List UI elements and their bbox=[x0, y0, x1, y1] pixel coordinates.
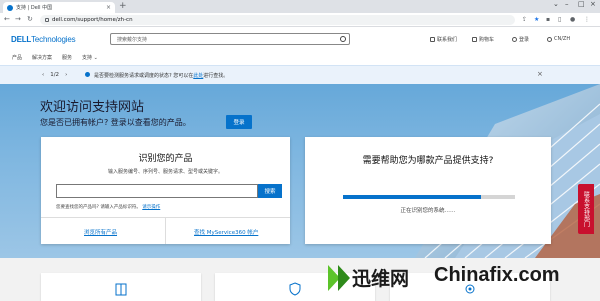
product-identifier-input[interactable] bbox=[56, 184, 258, 198]
shield-icon bbox=[289, 282, 301, 296]
chevron-down-icon[interactable]: ⌄ bbox=[553, 0, 559, 8]
globe-icon bbox=[547, 36, 552, 42]
identify-search-button[interactable]: 搜索 bbox=[258, 184, 282, 198]
bookmark-star-icon[interactable]: ★ bbox=[534, 16, 539, 23]
detect-progress-bar bbox=[343, 195, 515, 199]
url-text: dell.com/support/home/zh-cn bbox=[52, 17, 133, 23]
browser-tab-strip: 支持 | Dell 中国 × + ⌄ – □ × bbox=[0, 0, 600, 13]
profile-icon[interactable]: ● bbox=[570, 16, 575, 23]
minimize-icon[interactable]: – bbox=[565, 0, 569, 8]
watermark-brand-en: Chinafix.com bbox=[434, 264, 560, 286]
user-icon bbox=[512, 37, 517, 42]
back-icon[interactable]: ← bbox=[4, 15, 10, 23]
hero-subtitle: 您是否已拥有帐户? 登录以查看您的产品。 bbox=[40, 118, 191, 127]
hero-login-button[interactable]: 登录 bbox=[226, 115, 252, 129]
notice-link[interactable]: 此处 bbox=[193, 73, 203, 79]
region-selector[interactable]: CN/ZH bbox=[547, 36, 570, 42]
identify-product-card: 识别您的产品 输入服务编号、序列号、服务请求、型号或关键字。 搜索 您要查找您的… bbox=[41, 137, 290, 244]
notice-close-icon[interactable]: × bbox=[537, 70, 543, 78]
prev-icon[interactable]: ‹ bbox=[42, 72, 44, 78]
support-search-input[interactable]: 搜索戴尔支持 bbox=[110, 33, 350, 45]
chinafix-watermark: 迅维网 Chinafix.com bbox=[322, 257, 600, 301]
tab-title: 支持 | Dell 中国 bbox=[16, 5, 53, 11]
login-link[interactable]: 登录 bbox=[512, 36, 529, 43]
new-tab-button[interactable]: + bbox=[119, 1, 127, 11]
maximize-icon[interactable]: □ bbox=[578, 0, 585, 8]
book-icon bbox=[115, 283, 127, 296]
cart-icon bbox=[472, 37, 477, 42]
detect-title: 需要帮助您为哪款产品提供支持? bbox=[362, 156, 494, 166]
site-header: DELLTechnologies 搜索戴尔支持 联系我们 购物车 登录 CN/Z… bbox=[0, 27, 600, 65]
card-vertical-divider bbox=[165, 217, 166, 244]
menu-icon[interactable]: ⋮ bbox=[584, 16, 590, 23]
browser-tab[interactable]: 支持 | Dell 中国 × bbox=[3, 2, 115, 13]
help-link[interactable]: 请示操作 bbox=[142, 205, 160, 210]
pager-text: 1/2 bbox=[50, 72, 60, 78]
contact-support-tab[interactable]: 联系支持部门 bbox=[578, 184, 594, 234]
myservice360-link[interactable]: 查找 MyService360 帐户 bbox=[194, 228, 258, 236]
info-icon bbox=[85, 72, 90, 77]
notice-pager: ‹ 1/2 › bbox=[42, 72, 67, 78]
dell-technologies-logo[interactable]: DELLTechnologies bbox=[11, 35, 76, 44]
contact-us-link[interactable]: 联系我们 bbox=[430, 36, 457, 43]
tile-1[interactable] bbox=[41, 273, 201, 301]
next-icon[interactable]: › bbox=[65, 72, 67, 78]
hero-title: 欢迎访问支持网站 bbox=[40, 100, 145, 115]
forward-icon[interactable]: → bbox=[15, 15, 21, 23]
watermark-logo-icon bbox=[328, 265, 350, 291]
nav-services[interactable]: 服务 bbox=[62, 54, 72, 64]
search-placeholder: 搜索戴尔支持 bbox=[117, 36, 148, 43]
browse-all-products-link[interactable]: 浏览所有产品 bbox=[84, 228, 117, 236]
extension-icon[interactable]: ▪ bbox=[546, 16, 550, 23]
nav-support[interactable]: 支持 ⌄ bbox=[82, 54, 98, 64]
notice-banner: ‹ 1/2 › 是否要检测服务请求或调度的状态? 您可以在此处进行查找。 × bbox=[0, 65, 600, 84]
identify-help: 您要查找您的产品吗? 请输入产品标识符。 请示操作 bbox=[56, 205, 161, 210]
reload-icon[interactable]: ↻ bbox=[27, 15, 33, 23]
cart-link[interactable]: 购物车 bbox=[472, 36, 494, 43]
detect-progress-fill bbox=[343, 195, 481, 199]
headset-icon bbox=[430, 37, 435, 42]
close-tab-icon[interactable]: × bbox=[106, 4, 111, 11]
identify-title: 识别您的产品 bbox=[138, 154, 193, 164]
nav-solutions[interactable]: 解决方案 bbox=[32, 54, 52, 64]
notice-message: 是否要检测服务请求或调度的状态? 您可以在此处进行查找。 bbox=[94, 73, 229, 79]
url-field[interactable]: dell.com/support/home/zh-cn bbox=[40, 15, 515, 25]
detect-product-card: 需要帮助您为哪款产品提供支持? 正在识别您的系统…… bbox=[305, 137, 551, 244]
lock-icon bbox=[45, 18, 49, 22]
search-icon[interactable] bbox=[340, 36, 346, 42]
sidebar-icon[interactable]: ▯ bbox=[558, 16, 561, 23]
address-bar-row: ← → ↻ dell.com/support/home/zh-cn ⇪ ★ ▪ … bbox=[0, 13, 600, 27]
nav-products[interactable]: 产品 bbox=[12, 54, 22, 64]
detect-status: 正在识别您的系统…… bbox=[400, 208, 456, 214]
share-icon[interactable]: ⇪ bbox=[522, 16, 527, 23]
window-close-icon[interactable]: × bbox=[590, 0, 596, 8]
watermark-brand-cn: 迅维网 bbox=[352, 268, 410, 290]
identify-hint: 输入服务编号、序列号、服务请求、型号或关键字。 bbox=[107, 169, 223, 175]
main-nav: 产品 解决方案 服务 支持 ⌄ bbox=[0, 54, 98, 64]
dell-favicon-icon bbox=[7, 4, 13, 11]
